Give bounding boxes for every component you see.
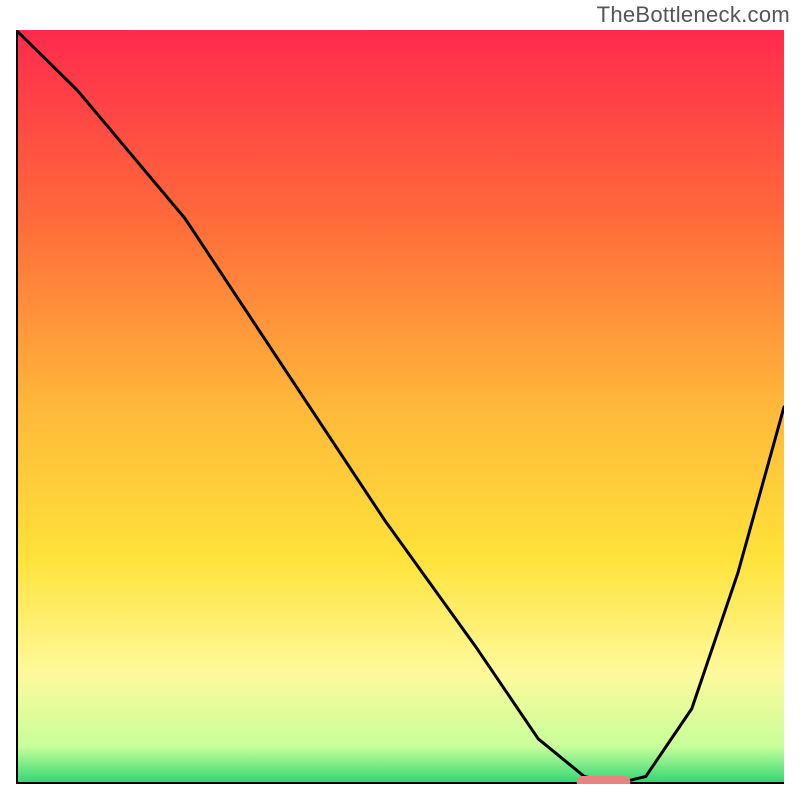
chart-container: TheBottleneck.com	[0, 0, 800, 800]
chart-svg	[16, 30, 784, 784]
gradient-background	[16, 30, 784, 784]
optimal-range-marker	[577, 776, 631, 784]
plot-area	[16, 30, 784, 784]
watermark-text: TheBottleneck.com	[597, 2, 790, 28]
